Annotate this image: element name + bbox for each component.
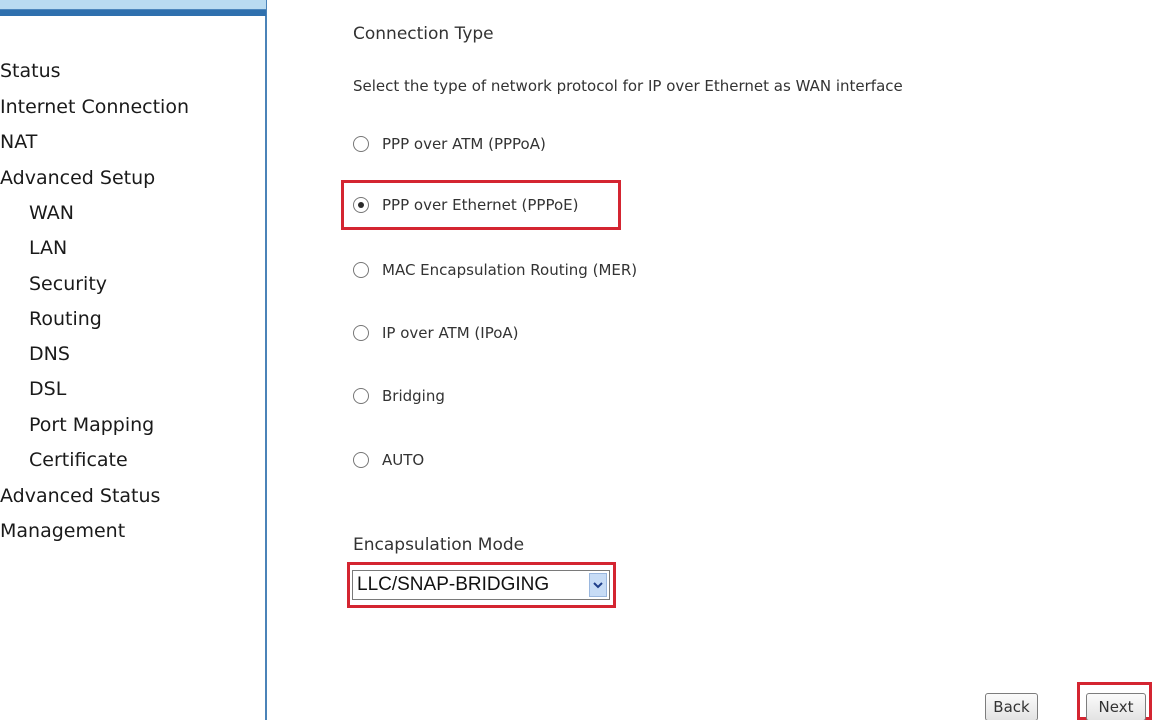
- radio-label: IP over ATM (IPoA): [382, 324, 519, 342]
- radio-icon[interactable]: [353, 388, 369, 404]
- sidebar-item-certificate[interactable]: Certificate: [29, 447, 128, 473]
- radio-option-mer[interactable]: MAC Encapsulation Routing (MER): [353, 255, 637, 285]
- radio-label: PPP over Ethernet (PPPoE): [382, 196, 579, 214]
- radio-option-auto[interactable]: AUTO: [353, 445, 424, 475]
- radio-option-bridging[interactable]: Bridging: [353, 381, 445, 411]
- radio-label: AUTO: [382, 451, 425, 469]
- sidebar-item-port-mapping[interactable]: Port Mapping: [29, 412, 154, 438]
- radio-label: Bridging: [382, 387, 445, 405]
- sidebar-item-dsl[interactable]: DSL: [29, 376, 66, 402]
- chevron-down-icon[interactable]: [589, 573, 607, 597]
- sidebar-item-internet-connection[interactable]: Internet Connection: [0, 94, 189, 120]
- radio-icon[interactable]: [353, 325, 369, 341]
- radio-option-pppoe[interactable]: PPP over Ethernet (PPPoE): [353, 190, 578, 220]
- sidebar-item-dns[interactable]: DNS: [29, 341, 70, 367]
- radio-icon[interactable]: [353, 262, 369, 278]
- main-panel: Connection Type Select the type of netwo…: [268, 0, 1152, 720]
- radio-icon[interactable]: [353, 136, 369, 152]
- sidebar-item-security[interactable]: Security: [29, 271, 107, 297]
- next-button[interactable]: Next: [1086, 693, 1146, 720]
- back-button[interactable]: Back: [985, 693, 1038, 720]
- radio-icon[interactable]: [353, 452, 369, 468]
- sidebar-item-wan[interactable]: WAN: [29, 200, 74, 226]
- radio-label: PPP over ATM (PPPoA): [382, 135, 546, 153]
- sidebar-item-advanced-status[interactable]: Advanced Status: [0, 483, 160, 509]
- page-description: Select the type of network protocol for …: [353, 77, 903, 95]
- sidebar-item-management[interactable]: Management: [0, 518, 125, 544]
- radio-option-pppoa[interactable]: PPP over ATM (PPPoA): [353, 129, 546, 159]
- radio-icon[interactable]: [353, 197, 369, 213]
- sidebar: Status Internet Connection NAT Advanced …: [0, 0, 267, 720]
- encapsulation-mode-select[interactable]: LLC/SNAP-BRIDGING: [352, 570, 610, 600]
- sidebar-item-status[interactable]: Status: [0, 58, 61, 84]
- sidebar-item-nat[interactable]: NAT: [0, 129, 37, 155]
- sidebar-item-routing[interactable]: Routing: [29, 306, 102, 332]
- encapsulation-mode-label: Encapsulation Mode: [353, 535, 525, 555]
- page: Status Internet Connection NAT Advanced …: [0, 0, 1152, 720]
- sidebar-header-bar: [0, 0, 266, 16]
- sidebar-item-advanced-setup[interactable]: Advanced Setup: [0, 165, 155, 191]
- encapsulation-mode-value: LLC/SNAP-BRIDGING: [357, 574, 550, 595]
- page-title: Connection Type: [353, 24, 494, 44]
- sidebar-item-lan[interactable]: LAN: [29, 235, 67, 261]
- radio-option-ipoa[interactable]: IP over ATM (IPoA): [353, 318, 519, 348]
- radio-label: MAC Encapsulation Routing (MER): [382, 261, 638, 279]
